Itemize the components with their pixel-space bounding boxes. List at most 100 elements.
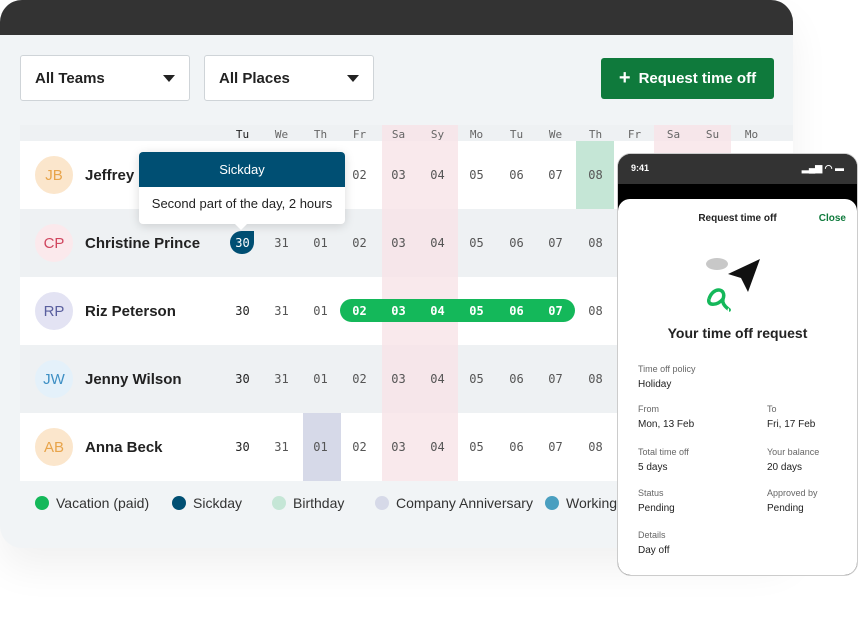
day-cell[interactable]: 06 xyxy=(497,345,536,413)
field-label: Your balance xyxy=(767,447,820,457)
day-cell[interactable]: 08 xyxy=(576,413,615,481)
weekday-header: Th xyxy=(588,128,603,141)
detail-field: Approved by Pending xyxy=(767,488,818,514)
day-cell[interactable]: 31 xyxy=(262,277,301,345)
day-cell[interactable]: 07 xyxy=(536,277,575,345)
avatar: JW xyxy=(35,360,73,398)
close-button[interactable]: Close xyxy=(819,213,846,224)
day-cell[interactable]: 30 xyxy=(223,413,262,481)
day-cell[interactable]: 07 xyxy=(536,141,575,209)
detail-field: Details Day off xyxy=(638,530,670,556)
day-cell[interactable]: 30 xyxy=(223,277,262,345)
day-cell[interactable]: 02 xyxy=(340,209,379,277)
day-cell[interactable]: 31 xyxy=(262,345,301,413)
legend-item: Vacation (paid) xyxy=(35,495,149,511)
day-cell[interactable]: 07 xyxy=(536,413,575,481)
day-cell[interactable]: 05 xyxy=(457,209,496,277)
day-cell[interactable]: 05 xyxy=(457,277,496,345)
day-cell[interactable]: 31 xyxy=(262,413,301,481)
day-cell[interactable]: 06 xyxy=(497,413,536,481)
day-cell[interactable]: 02 xyxy=(340,413,379,481)
day-cell[interactable]: 02 xyxy=(340,277,379,345)
employee-name[interactable]: Jeffrey xyxy=(85,167,134,184)
field-label: Total time off xyxy=(638,447,689,457)
field-value: Fri, 17 Feb xyxy=(767,419,816,430)
tooltip-body: Second part of the day, 2 hours xyxy=(151,196,333,211)
places-value: All Places xyxy=(219,70,290,87)
day-cell[interactable]: 04 xyxy=(418,277,457,345)
teams-dropdown[interactable]: All Teams xyxy=(20,55,190,101)
legend-dot xyxy=(172,496,186,510)
day-cell[interactable]: 07 xyxy=(536,345,575,413)
detail-field: Time off policy Holiday xyxy=(638,364,696,390)
weekday-header: Fr xyxy=(627,128,642,141)
legend-item: Birthday xyxy=(272,495,344,511)
employee-name[interactable]: Riz Peterson xyxy=(85,303,176,320)
avatar: AB xyxy=(35,428,73,466)
chevron-down-icon xyxy=(347,75,359,82)
day-cell[interactable]: 06 xyxy=(497,277,536,345)
legend-label: Birthday xyxy=(293,495,345,511)
day-cell[interactable]: 01 xyxy=(301,345,340,413)
plus-icon: + xyxy=(618,67,631,89)
weekday-header: Mo xyxy=(469,128,484,141)
day-cell[interactable]: 05 xyxy=(457,141,496,209)
day-cell[interactable]: 02 xyxy=(340,345,379,413)
weekday-header: Sa xyxy=(391,128,406,141)
day-cell[interactable]: 03 xyxy=(379,277,418,345)
day-cell[interactable]: 03 xyxy=(379,209,418,277)
detail-field: Total time off 5 days xyxy=(638,447,689,473)
day-cell[interactable]: 06 xyxy=(497,141,536,209)
legend-label: Working xyxy=(566,495,618,511)
weekday-header: Sa xyxy=(666,128,681,141)
legend-dot xyxy=(375,496,389,510)
detail-field: To Fri, 17 Feb xyxy=(767,404,815,430)
day-cell[interactable]: 01 xyxy=(301,413,340,481)
employee-name[interactable]: Christine Prince xyxy=(85,235,200,252)
day-cell[interactable]: 30 xyxy=(223,345,262,413)
legend-label: Sickday xyxy=(193,495,243,511)
day-cell[interactable]: 02 xyxy=(340,141,379,209)
employee-name[interactable]: Anna Beck xyxy=(85,439,163,456)
weekday-header: We xyxy=(548,128,563,141)
field-value: Mon, 13 Feb xyxy=(638,419,695,430)
day-cell[interactable]: 04 xyxy=(418,413,457,481)
avatar: JB xyxy=(35,156,73,194)
places-dropdown[interactable]: All Places xyxy=(204,55,374,101)
day-cell[interactable]: 03 xyxy=(379,141,418,209)
field-value: Pending xyxy=(767,503,804,514)
day-cell[interactable]: 06 xyxy=(497,209,536,277)
day-cell[interactable]: 08 xyxy=(576,277,615,345)
legend-item: Working xyxy=(545,495,617,511)
field-label: Status xyxy=(638,488,664,498)
request-label: Request time off xyxy=(638,70,757,87)
employee-name[interactable]: Jenny Wilson xyxy=(85,371,182,388)
tooltip-title: Sickday xyxy=(139,152,345,187)
weekday-header: Sy xyxy=(430,128,445,141)
avatar: CP xyxy=(35,224,73,262)
day-cell[interactable]: 08 xyxy=(576,209,615,277)
day-cell[interactable]: 08 xyxy=(576,345,615,413)
day-cell[interactable]: 04 xyxy=(418,345,457,413)
day-cell[interactable]: 05 xyxy=(457,413,496,481)
field-value: 5 days xyxy=(638,462,668,473)
clock: 9:41 xyxy=(631,163,650,173)
day-cell[interactable]: 01 xyxy=(301,277,340,345)
weekday-header: We xyxy=(274,128,289,141)
legend-item: Sickday xyxy=(172,495,242,511)
request-time-off-button[interactable]: + Request time off xyxy=(601,58,774,99)
weekday-header: Mo xyxy=(744,128,759,141)
day-cell[interactable]: 04 xyxy=(418,141,457,209)
field-label: From xyxy=(638,404,659,414)
detail-field: Your balance 20 days xyxy=(767,447,819,473)
day-cell[interactable]: 07 xyxy=(536,209,575,277)
request-title: Your time off request xyxy=(667,325,808,341)
day-cell[interactable]: 03 xyxy=(379,345,418,413)
day-cell[interactable]: 05 xyxy=(457,345,496,413)
day-cell[interactable]: 03 xyxy=(379,413,418,481)
day-cell[interactable]: 04 xyxy=(418,209,457,277)
field-label: Time off policy xyxy=(638,364,696,374)
day-cell[interactable]: 08 xyxy=(576,141,615,209)
legend-item: Company Anniversary xyxy=(375,495,533,511)
status-bar: 9:41 ▂▄▆ ◠ ▬ xyxy=(618,154,857,184)
